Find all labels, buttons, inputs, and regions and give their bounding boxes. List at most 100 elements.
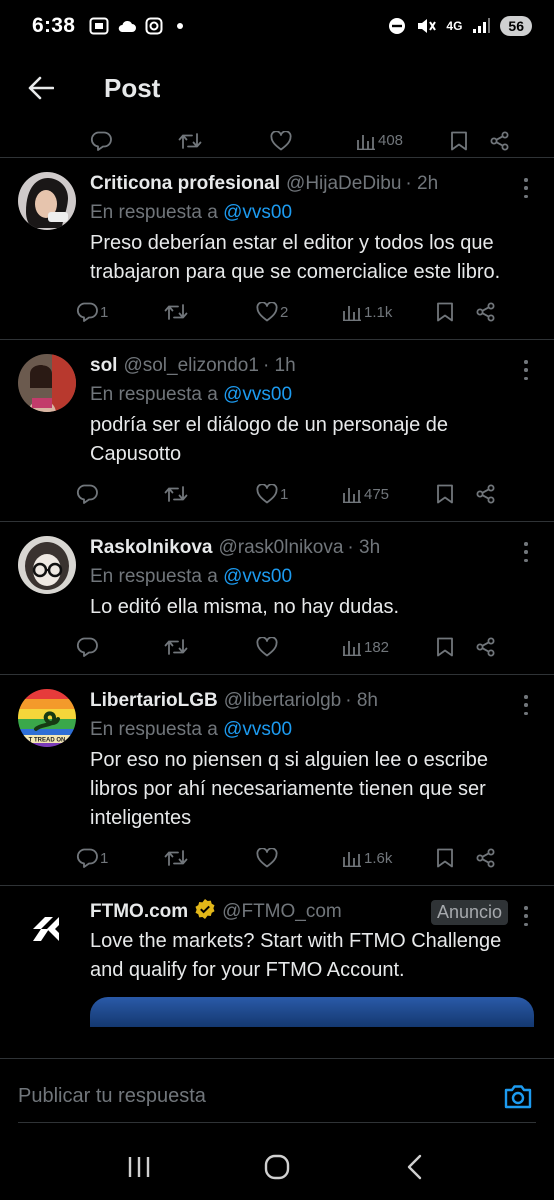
promoted-tweet[interactable]: FTMO.com @FTMO_com Anuncio Love the mark… <box>0 886 554 1027</box>
display-name[interactable]: FTMO.com <box>90 901 188 923</box>
notification-dot <box>177 23 184 29</box>
bookmark-button[interactable] <box>436 848 476 868</box>
user-handle[interactable]: @libertariolgb <box>224 690 342 712</box>
bookmark-icon <box>437 302 453 322</box>
replies-feed[interactable]: 408 Criticona profesional @HijaDeDibu · … <box>0 124 554 1058</box>
like-count: 2 <box>280 303 289 321</box>
recent-apps-button[interactable] <box>109 1142 169 1192</box>
avatar[interactable] <box>18 172 76 230</box>
mention-link[interactable]: @vvs00 <box>223 566 292 587</box>
share-icon <box>476 848 495 868</box>
reply-tweet[interactable]: Criticona profesional @HijaDeDibu · 2h E… <box>0 158 554 340</box>
mention-link[interactable]: @vvs00 <box>223 719 292 740</box>
user-handle[interactable]: @sol_elizondo1 <box>123 355 259 377</box>
share-button[interactable] <box>476 848 506 868</box>
views-button[interactable]: 182 <box>342 638 436 656</box>
verified-badge-icon <box>194 898 216 926</box>
views-chart-icon <box>343 306 361 321</box>
more-options-icon[interactable] <box>522 178 530 198</box>
more-options-icon[interactable] <box>522 695 530 715</box>
reply-button[interactable] <box>90 131 178 151</box>
ftmo-logo-icon <box>33 917 59 941</box>
like-button[interactable] <box>256 848 342 868</box>
repost-button[interactable] <box>164 849 256 867</box>
avatar[interactable]: T TREAD ON <box>18 689 76 747</box>
display-name[interactable]: sol <box>90 355 117 377</box>
more-options-icon[interactable] <box>522 542 530 562</box>
views-chart-icon <box>343 488 361 503</box>
back-button[interactable] <box>0 52 82 124</box>
views-button[interactable]: 1.1k <box>342 303 436 321</box>
like-button[interactable]: 1 <box>256 484 342 504</box>
like-button[interactable]: 2 <box>256 302 342 322</box>
bookmark-button[interactable] <box>436 484 476 504</box>
chevron-left-icon <box>407 1154 422 1180</box>
reply-input[interactable] <box>18 1085 500 1108</box>
avatar[interactable] <box>18 354 76 412</box>
reply-button[interactable]: 1 <box>76 848 164 868</box>
views-button[interactable]: 408 <box>356 132 450 150</box>
reply-button[interactable]: 1 <box>76 302 164 322</box>
heart-icon <box>256 484 278 504</box>
share-button[interactable] <box>476 302 506 322</box>
share-button[interactable] <box>490 131 520 151</box>
user-handle[interactable]: @HijaDeDibu <box>286 173 401 195</box>
reply-icon <box>76 637 98 657</box>
bookmark-button[interactable] <box>450 131 490 151</box>
tweet-actions: 182 <box>76 630 534 664</box>
like-button[interactable] <box>256 637 342 657</box>
share-button[interactable] <box>476 484 506 504</box>
share-icon <box>476 484 495 504</box>
reply-divider <box>18 1122 536 1123</box>
reply-button[interactable] <box>76 484 164 504</box>
views-button[interactable]: 475 <box>342 485 436 503</box>
home-button[interactable] <box>247 1142 307 1192</box>
more-options-icon[interactable] <box>522 906 530 926</box>
repost-button[interactable] <box>164 303 256 321</box>
reply-tweet[interactable]: sol @sol_elizondo1 · 1h En respuesta a @… <box>0 340 554 522</box>
like-count: 1 <box>280 485 289 503</box>
display-name[interactable]: Criticona profesional <box>90 173 280 195</box>
like-button[interactable] <box>270 130 356 151</box>
camera-button[interactable] <box>500 1079 536 1115</box>
status-notification-icons <box>89 17 184 35</box>
display-name[interactable]: Raskolnikova <box>90 537 213 559</box>
heart-icon <box>256 302 278 322</box>
bookmark-icon <box>437 484 453 504</box>
system-back-button[interactable] <box>385 1142 445 1192</box>
tweet-header: FTMO.com @FTMO_com Anuncio <box>90 898 534 926</box>
ad-text: Love the markets? Start with FTMO Challe… <box>90 930 502 981</box>
heart-icon <box>256 848 278 868</box>
reply-icon <box>90 131 112 151</box>
user-handle[interactable]: @rask0lnikova <box>219 537 344 559</box>
repost-button[interactable] <box>178 132 270 150</box>
status-time: 6:38 <box>32 14 76 37</box>
ftmo-logo[interactable] <box>18 900 76 958</box>
repost-icon <box>164 639 188 655</box>
tweet-actions: 1 475 <box>76 477 534 511</box>
bookmark-button[interactable] <box>436 302 476 322</box>
camera-icon <box>504 1084 532 1108</box>
repost-button[interactable] <box>164 485 256 503</box>
in-reply-to: En respuesta a @vvs00 <box>90 562 534 592</box>
mention-link[interactable]: @vvs00 <box>223 202 292 223</box>
reply-tweet[interactable]: Raskolnikova @rask0lnikova · 3h En respu… <box>0 522 554 675</box>
repost-button[interactable] <box>164 638 256 656</box>
reply-tweet[interactable]: T TREAD ON LibertarioLGB @libertariolgb … <box>0 675 554 886</box>
timestamp: · 3h <box>347 537 381 558</box>
in-reply-prefix: En respuesta a <box>90 566 218 587</box>
display-name[interactable]: LibertarioLGB <box>90 690 218 712</box>
views-button[interactable]: 1.6k <box>342 849 436 867</box>
bookmark-icon <box>437 637 453 657</box>
share-button[interactable] <box>476 637 506 657</box>
more-options-icon[interactable] <box>522 360 530 380</box>
bookmark-button[interactable] <box>436 637 476 657</box>
previous-tweet-actions: 408 <box>0 124 554 158</box>
mention-link[interactable]: @vvs00 <box>223 384 292 405</box>
avatar[interactable] <box>18 536 76 594</box>
in-reply-prefix: En respuesta a <box>90 384 218 405</box>
heart-icon <box>270 130 292 150</box>
reply-button[interactable] <box>76 637 164 657</box>
user-handle[interactable]: @FTMO_com <box>222 901 342 923</box>
ad-media-card[interactable] <box>90 997 534 1027</box>
